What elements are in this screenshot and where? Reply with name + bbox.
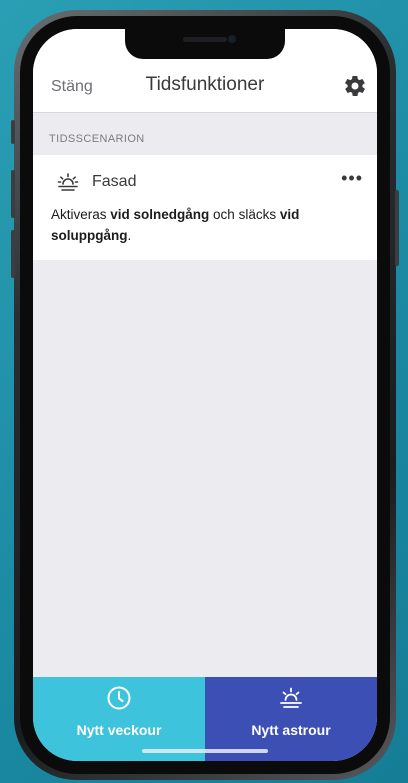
phone-bezel: Stäng Tidsfunktioner TIDSSCENARION Fasad… [20, 16, 390, 774]
clock-icon [106, 685, 132, 716]
front-camera [228, 35, 236, 43]
home-indicator[interactable] [142, 749, 268, 753]
speaker [183, 37, 227, 42]
desc-activation-time: vid solnedgång [110, 207, 210, 222]
sunrise-icon [278, 685, 304, 716]
power-button [395, 190, 399, 266]
volume-down-button [11, 230, 15, 278]
section-header: TIDSSCENARION [49, 133, 145, 145]
more-options-button[interactable]: ••• [341, 169, 363, 187]
app-screen: Stäng Tidsfunktioner TIDSSCENARION Fasad… [33, 29, 377, 761]
volume-up-button [11, 170, 15, 218]
new-weekly-timer-label: Nytt veckour [76, 722, 162, 738]
scenario-card[interactable]: Fasad ••• Aktiveras vid solnedgång och s… [33, 155, 377, 260]
notch [125, 29, 285, 59]
gear-icon[interactable] [343, 74, 367, 98]
silent-switch [11, 120, 15, 144]
page-title: Tidsfunktioner [145, 74, 265, 95]
sunset-icon [57, 171, 79, 193]
bottom-action-bar: Nytt veckour Nytt astrour [33, 677, 377, 761]
desc-middle: och släcks [209, 207, 280, 222]
scenario-name: Fasad [92, 173, 137, 190]
new-astro-timer-label: Nytt astrour [251, 722, 331, 738]
scenario-description: Aktiveras vid solnedgång och släcks vid … [51, 204, 337, 246]
phone-frame: Stäng Tidsfunktioner TIDSSCENARION Fasad… [11, 10, 399, 780]
desc-suffix: . [127, 228, 132, 243]
desc-prefix: Aktiveras [51, 207, 111, 222]
